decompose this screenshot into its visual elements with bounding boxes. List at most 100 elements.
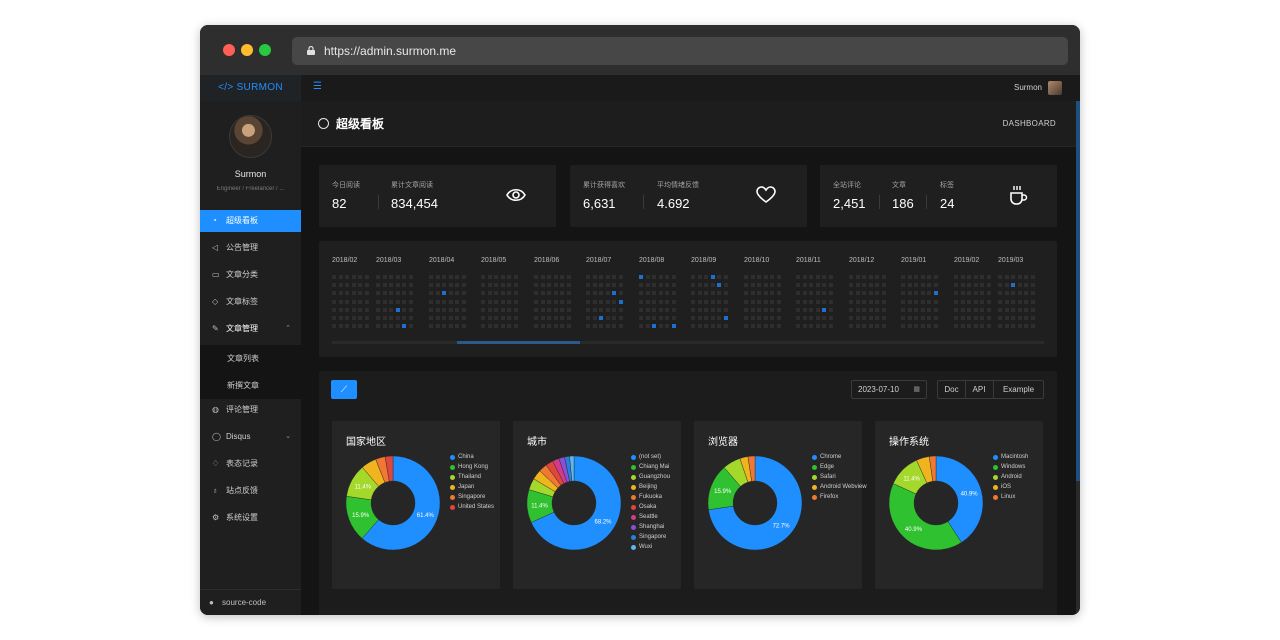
sidebar-item-categories[interactable]: ▭ 文章分类 — [200, 264, 301, 286]
calendar-cell — [907, 324, 912, 329]
calendar-cell — [862, 291, 866, 296]
legend-item[interactable]: (not set) — [631, 452, 670, 462]
sidebar-item-label: 评论管理 — [226, 405, 258, 414]
pie-slice[interactable] — [888, 483, 962, 551]
calendar-cell — [507, 283, 511, 288]
close-window-button[interactable] — [223, 44, 235, 56]
legend-item[interactable]: Firefox — [812, 492, 867, 502]
calendar-cell — [507, 299, 511, 304]
scrollbar-thumb[interactable] — [1076, 101, 1080, 481]
sidebar-item-feedback[interactable]: ♁ 站点反馈 — [200, 480, 301, 502]
legend-item[interactable]: Linux — [993, 492, 1028, 502]
calendar-cell — [998, 324, 1002, 329]
calendar-cell — [796, 283, 800, 288]
calendar-cell — [875, 307, 879, 312]
chart-toggle-button[interactable]: ⟋ — [331, 380, 357, 399]
chevron-down-icon: ⌄ — [285, 433, 291, 440]
sidebar-item-new-article[interactable]: 新撰文章 — [200, 372, 301, 399]
os-pie-chart[interactable]: 40.9% 40.9% 11.4% — [888, 455, 984, 551]
calendar-cell — [652, 299, 656, 304]
date-picker[interactable]: 2023-07-10 ▦ — [851, 380, 927, 399]
calendar-cell — [442, 324, 446, 329]
topbar-avatar[interactable] — [1048, 81, 1062, 95]
legend-item[interactable]: Seattle — [631, 512, 670, 522]
legend-item[interactable]: Android — [993, 472, 1028, 482]
calendar-cell — [776, 291, 781, 296]
city-pie-chart[interactable]: 68.2% 11.4% — [526, 455, 622, 551]
maximize-window-button[interactable] — [259, 44, 271, 56]
sidebar-item-votes[interactable]: ♢ 表态记录 — [200, 453, 301, 475]
calendar-cell — [658, 324, 663, 329]
legend-item[interactable]: Windows — [993, 462, 1028, 472]
minimize-window-button[interactable] — [241, 44, 253, 56]
sidebar-item-dashboard[interactable]: ◔ 超级看板 — [200, 210, 301, 232]
example-button[interactable]: Example — [994, 380, 1044, 399]
doc-button[interactable]: Doc — [937, 380, 966, 399]
calendar-cell — [998, 283, 1002, 288]
legend-swatch — [993, 494, 998, 500]
sidebar-item-announcements[interactable]: ◁ 公告管理 — [200, 237, 301, 259]
calendar-cell — [345, 275, 349, 279]
calendar-cell — [338, 275, 343, 279]
calendar-scrollbar-thumb[interactable] — [457, 341, 580, 344]
sidebar-item-tags[interactable]: ◇ 文章标签 — [200, 291, 301, 313]
url-bar[interactable]: https://admin.surmon.me — [292, 37, 1068, 65]
avatar[interactable] — [229, 115, 272, 158]
source-code-link[interactable]: ● source-code — [200, 589, 301, 615]
legend-item[interactable]: Edge — [812, 462, 867, 472]
legend-item[interactable]: Macintosh — [993, 452, 1028, 462]
calendar-cell — [455, 316, 459, 320]
api-button[interactable]: API — [965, 380, 994, 399]
calendar-cell — [351, 307, 356, 312]
calendar-cell — [802, 283, 807, 288]
calendar-cell — [599, 283, 603, 288]
calendar-cell — [967, 275, 971, 279]
calendar-cell — [986, 299, 991, 304]
sidebar-item-article-list[interactable]: 文章列表 — [200, 345, 301, 372]
sidebar-item-disqus[interactable]: ◯ Disqus ⌄ — [200, 426, 301, 448]
calendar-cell — [770, 324, 774, 329]
legend-item[interactable]: Safari — [812, 472, 867, 482]
legend-item[interactable]: Singapore — [450, 492, 494, 502]
browser-pie-chart[interactable]: 72.7% 15.9% — [707, 455, 803, 551]
calendar-scrollbar-track[interactable] — [332, 341, 1044, 344]
stat-label: 平均情绪反馈 — [657, 182, 699, 189]
calendar-cell — [586, 316, 590, 320]
topbar-user-name[interactable]: Surmon — [1014, 75, 1042, 101]
legend-item[interactable]: Android Webview — [812, 482, 867, 492]
calendar-cell — [547, 283, 551, 288]
legend-item[interactable]: Japan — [450, 482, 494, 492]
calendar-cell — [461, 283, 466, 288]
calendar-cell — [927, 324, 931, 329]
calendar-cell — [408, 324, 413, 329]
legend-item[interactable]: United States — [450, 502, 494, 512]
pie-slice-label: 40.9% — [905, 527, 923, 533]
brand-logo[interactable]: </> SURMON — [200, 75, 301, 101]
legend-item[interactable]: Beijing — [631, 482, 670, 492]
country-pie-chart[interactable]: 61.4% 15.9% 11.4% — [345, 455, 441, 551]
legend-item[interactable]: China — [450, 452, 494, 462]
calendar-cell — [802, 291, 807, 296]
calendar-cell — [809, 275, 813, 279]
calendar-cell — [586, 283, 590, 288]
legend-item[interactable]: Chrome — [812, 452, 867, 462]
pie-card-os: 操作系统 40.9% 40.9% 11.4% Macintosh Windows And… — [875, 421, 1043, 589]
sidebar-item-comments[interactable]: ◍ 评论管理 — [200, 399, 301, 421]
calendar-cell — [802, 275, 807, 279]
legend-item[interactable]: Singapore — [631, 532, 670, 542]
legend-item[interactable]: Osaka — [631, 502, 670, 512]
menu-toggle-icon[interactable]: ☰ — [313, 82, 322, 92]
sidebar-item-articles[interactable]: ✎ 文章管理 ⌃ — [200, 318, 301, 340]
calendar-cell — [927, 299, 931, 304]
legend-item[interactable]: Chiang Mai — [631, 462, 670, 472]
legend-item[interactable]: Fukuoka — [631, 492, 670, 502]
calendar-cell — [500, 275, 505, 279]
legend-item[interactable]: Guangzhou — [631, 472, 670, 482]
legend-item[interactable]: Thailand — [450, 472, 494, 482]
legend-item[interactable]: Hong Kong — [450, 462, 494, 472]
legend-item[interactable]: iOS — [993, 482, 1028, 492]
sidebar-item-settings[interactable]: ⚙ 系统设置 — [200, 507, 301, 529]
calendar-cell — [513, 316, 518, 320]
legend-item[interactable]: Shanghai — [631, 522, 670, 532]
legend-item[interactable]: Wuxi — [631, 542, 670, 552]
